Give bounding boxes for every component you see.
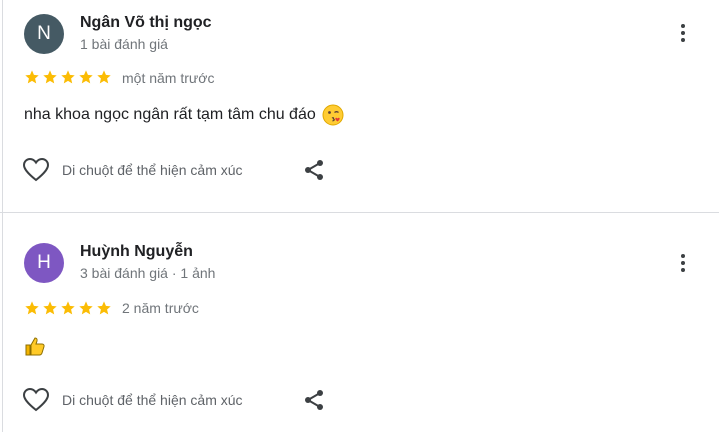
avatar[interactable]: N [24, 14, 64, 54]
avatar[interactable]: H [24, 243, 64, 283]
react-button[interactable]: Di chuột để thể hiện cảm xúc [22, 387, 243, 413]
star-icon [61, 301, 75, 315]
avatar-letter: H [37, 252, 51, 273]
star-icon [79, 70, 93, 84]
star-icon [97, 301, 111, 315]
thumbs-up-icon [25, 337, 45, 356]
more-options-icon [681, 254, 685, 258]
star-icon [25, 301, 39, 315]
reviewer-name[interactable]: Ngân Võ thị ngọc [80, 14, 212, 32]
reviewer-meta[interactable]: 1 bài đánh giá [80, 36, 168, 52]
reviewer-meta[interactable]: 3 bài đánh giá · 1 ảnh [80, 265, 215, 281]
review-time: một năm trước [122, 70, 215, 86]
star-icon [97, 70, 111, 84]
review-card: N Ngân Võ thị ngọc 1 bài đánh giá một nă… [0, 0, 719, 212]
react-label: Di chuột để thể hiện cảm xúc [62, 392, 243, 408]
kissing-wink-face-icon [322, 104, 344, 126]
star-icon [79, 301, 93, 315]
react-button[interactable]: Di chuột để thể hiện cảm xúc [22, 157, 243, 183]
share-icon[interactable] [302, 388, 326, 412]
more-options-button[interactable] [670, 248, 696, 278]
star-icon [25, 70, 39, 84]
review-text-row: nha khoa ngọc ngân rất tạm tâm chu đáo [24, 104, 344, 126]
star-icon [61, 70, 75, 84]
react-label: Di chuột để thể hiện cảm xúc [62, 162, 243, 178]
heart-icon [22, 157, 50, 182]
more-options-icon [681, 24, 685, 28]
more-options-button[interactable] [670, 18, 696, 48]
reviewer-name[interactable]: Huỳnh Nguyễn [80, 243, 193, 261]
star-icon [43, 301, 57, 315]
review-time: 2 năm trước [122, 300, 199, 316]
heart-icon [22, 387, 50, 412]
avatar-letter: N [37, 23, 51, 44]
review-card: H Huỳnh Nguyễn 3 bài đánh giá · 1 ảnh 2 … [0, 213, 719, 432]
star-icon [43, 70, 57, 84]
star-rating [24, 300, 112, 316]
star-rating [24, 69, 112, 85]
review-text: nha khoa ngọc ngân rất tạm tâm chu đáo [24, 106, 316, 123]
share-icon[interactable] [302, 158, 326, 182]
